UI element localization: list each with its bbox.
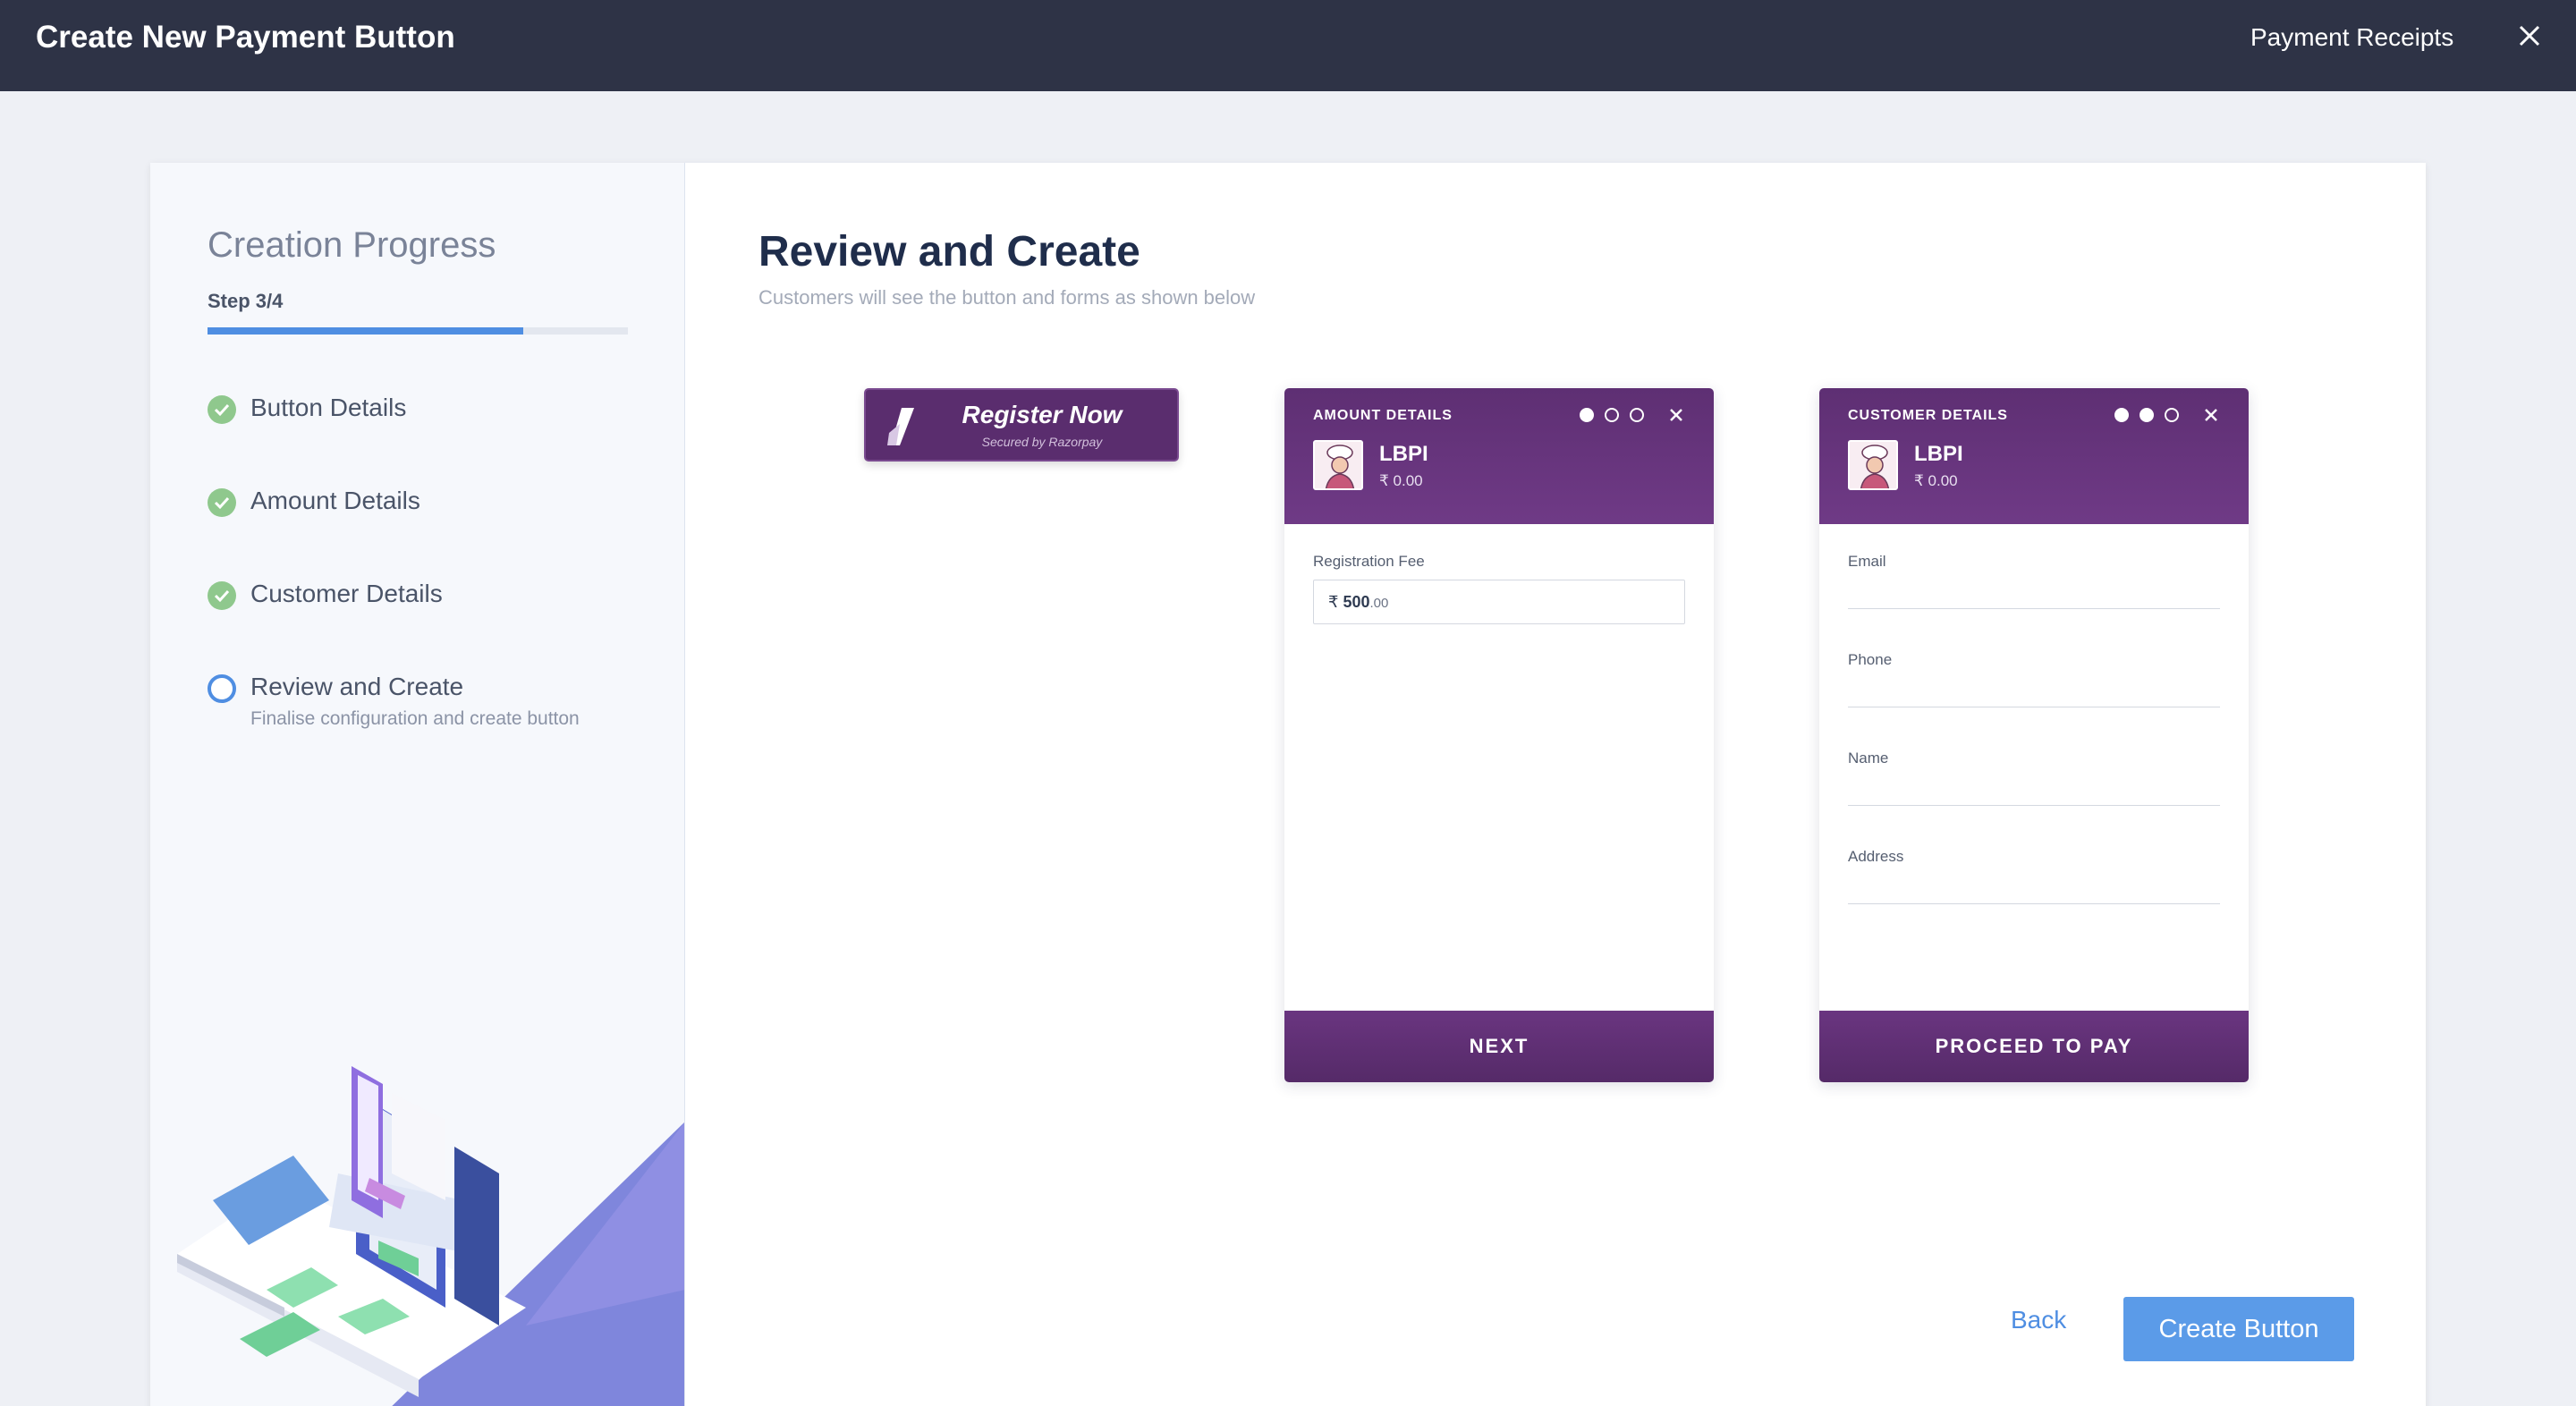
merchant-amount: ₹ 0.00 [1379, 472, 1423, 489]
email-field[interactable] [1848, 608, 2220, 609]
progress-heading: Creation Progress [208, 225, 496, 265]
form-step-dots [2114, 408, 2179, 422]
close-icon[interactable] [2202, 406, 2220, 424]
step-label: Amount Details [250, 487, 420, 514]
form-header: AMOUNT DETAILS LBPI ₹ 0.00 [1284, 388, 1714, 524]
preview-button-label: Register Now [962, 401, 1123, 428]
top-bar: Create New Payment Button Payment Receip… [0, 0, 2576, 91]
step-label: Customer Details [250, 580, 443, 607]
email-label: Email [1848, 553, 1886, 570]
name-field[interactable] [1848, 805, 2220, 806]
step-counter: Step 3/4 [208, 290, 284, 312]
form-step-dots [1580, 408, 1644, 422]
merchant-amount: ₹ 0.00 [1914, 472, 1958, 489]
form-section-title: CUSTOMER DETAILS [1848, 408, 2008, 423]
step-dot-filled [2114, 408, 2129, 422]
next-button[interactable]: NEXT [1284, 1011, 1714, 1082]
main-subtitle: Customers will see the button and forms … [758, 286, 1256, 309]
payment-receipts-link[interactable]: Payment Receipts [2250, 23, 2453, 52]
registration-fee-label: Registration Fee [1313, 553, 1425, 570]
merchant-name: LBPI [1914, 442, 1963, 466]
close-icon[interactable] [2512, 18, 2547, 54]
progress-sidebar: Creation Progress Step 3/4 Button Detail… [150, 163, 685, 1406]
page-title: Create New Payment Button [36, 20, 455, 55]
payment-illustration [177, 1066, 684, 1406]
progress-bar-fill [208, 327, 523, 335]
address-field[interactable] [1848, 903, 2220, 904]
step-dot-filled [2140, 408, 2154, 422]
customer-details-form-preview: CUSTOMER DETAILS LBPI ₹ 0.00 Email Phone… [1819, 388, 2249, 1082]
step-label: Button Details [250, 394, 407, 421]
check-icon [208, 488, 236, 517]
check-icon [208, 581, 236, 610]
step-sublabel: Finalise configuration and create button [250, 708, 580, 729]
amount-decimals: .00 [1369, 596, 1389, 611]
currency-symbol: ₹ [1328, 593, 1339, 611]
name-label: Name [1848, 750, 1889, 767]
step-dot-empty [1605, 408, 1619, 422]
form-header: CUSTOMER DETAILS LBPI ₹ 0.00 [1819, 388, 2249, 524]
form-section-title: AMOUNT DETAILS [1313, 408, 1453, 423]
progress-bar [208, 327, 628, 335]
merchant-avatar [1313, 440, 1363, 490]
step-label: Review and Create [250, 673, 464, 700]
current-step-icon [208, 674, 236, 703]
step-dot-filled [1580, 408, 1594, 422]
create-button[interactable]: Create Button [2123, 1297, 2354, 1361]
address-label: Address [1848, 848, 1904, 865]
back-button[interactable]: Back [2011, 1306, 2066, 1334]
razorpay-logo-icon [887, 408, 914, 445]
phone-label: Phone [1848, 651, 1893, 668]
preview-button-secured: Secured by Razorpay [981, 435, 1103, 449]
proceed-to-pay-button[interactable]: PROCEED TO PAY [1819, 1011, 2249, 1082]
main-title: Review and Create [758, 228, 1140, 275]
step-dot-empty [2165, 408, 2179, 422]
amount-value: 500 [1343, 593, 1370, 611]
step-dot-empty [1630, 408, 1644, 422]
check-icon [208, 395, 236, 424]
merchant-avatar [1848, 440, 1898, 490]
amount-details-form-preview: AMOUNT DETAILS LBPI ₹ 0.00 Registration … [1284, 388, 1714, 1082]
merchant-name: LBPI [1379, 442, 1428, 466]
preview-payment-button[interactable]: Register Now Secured by Razorpay [864, 388, 1179, 462]
registration-fee-input[interactable]: ₹ 500.00 [1313, 580, 1685, 624]
wizard-card: Creation Progress Step 3/4 Button Detail… [150, 163, 2426, 1406]
close-icon[interactable] [1667, 406, 1685, 424]
